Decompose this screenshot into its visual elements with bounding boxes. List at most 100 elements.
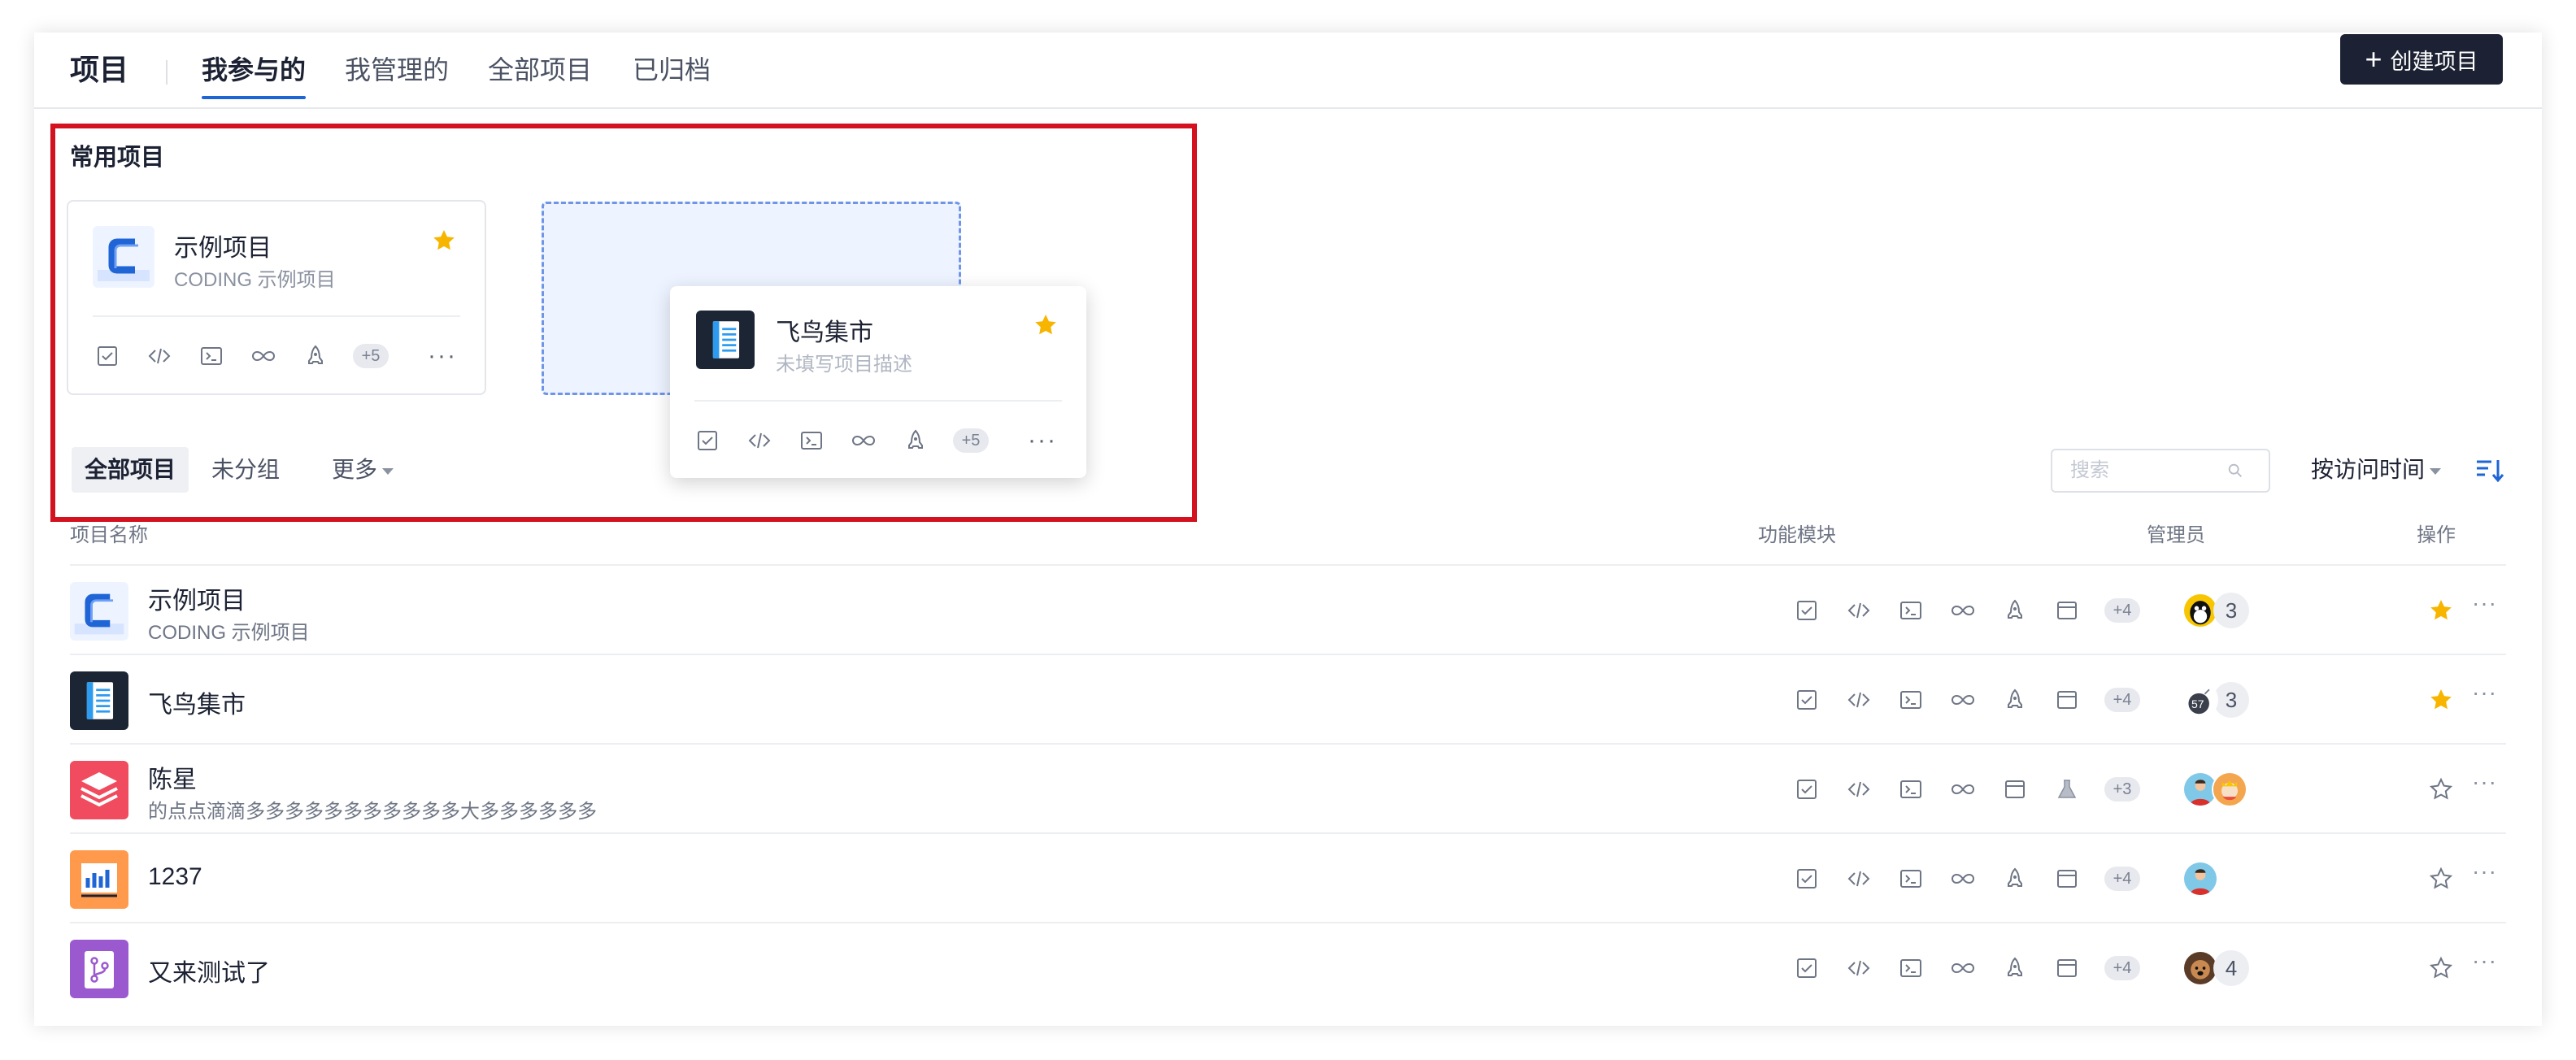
project-name[interactable]: 飞鸟集市 [148, 684, 246, 720]
tab-all-projects[interactable]: 全部项目 [488, 41, 592, 99]
code-icon[interactable] [1844, 954, 1873, 983]
more-modules-badge[interactable]: +5 [953, 428, 989, 453]
page-header: 项目 我参与的 我管理的 全部项目 已归档 + 创建项目 [34, 33, 2542, 109]
ci-loop-icon[interactable] [1948, 685, 1978, 715]
ci-loop-icon[interactable] [1948, 775, 1978, 804]
sort-dropdown[interactable]: 按访问时间 [2311, 447, 2442, 493]
admin-count: 3 [2213, 682, 2249, 718]
more-modules-badge[interactable]: +5 [353, 344, 389, 368]
star-filled-icon[interactable] [431, 228, 457, 254]
table-row[interactable]: 陈星 的点点滴滴多多多多多多多多多多多大多多多多多多 +3 ··· [70, 743, 2506, 832]
module-icons: +5 ··· [93, 341, 457, 371]
more-actions-icon[interactable]: ··· [428, 342, 457, 370]
tab-managed[interactable]: 我管理的 [345, 41, 449, 99]
table-row[interactable]: 飞鸟集市 +4 57 3 ··· [70, 654, 2506, 743]
sort-order-icon[interactable] [2474, 454, 2506, 486]
more-actions-icon[interactable]: ··· [2472, 590, 2497, 616]
create-project-button[interactable]: + 创建项目 [2340, 34, 2503, 85]
more-actions-icon[interactable]: ··· [2472, 858, 2497, 884]
star-filled-icon[interactable] [2428, 597, 2454, 623]
terminal-icon[interactable] [1896, 685, 1925, 715]
admin-avatars[interactable]: 3 [2182, 566, 2249, 655]
more-modules-badge[interactable]: +4 [2104, 867, 2140, 891]
task-icon[interactable] [1792, 864, 1821, 893]
project-desc: 的点点滴滴多多多多多多多多多多多大多多多多多多 [148, 801, 597, 823]
code-icon[interactable] [1844, 775, 1873, 804]
artifact-window-icon[interactable] [2052, 954, 2082, 983]
filter-ungrouped[interactable]: 未分组 [198, 447, 293, 493]
code-icon[interactable] [745, 426, 774, 455]
terminal-icon[interactable] [797, 426, 826, 455]
terminal-icon[interactable] [1896, 775, 1925, 804]
more-actions-icon[interactable]: ··· [1028, 427, 1057, 454]
more-actions-icon[interactable]: ··· [2472, 769, 2497, 795]
star-filled-icon[interactable] [2428, 687, 2454, 713]
favorite-name: 飞鸟集市 [776, 319, 873, 346]
project-name[interactable]: 示例项目 [148, 580, 246, 616]
project-logo-icon [70, 671, 128, 730]
filter-more-dropdown[interactable]: 更多 [319, 447, 407, 493]
ci-loop-icon[interactable] [1948, 864, 1978, 893]
task-icon[interactable] [93, 341, 122, 371]
favorite-card-example[interactable]: 示例项目 CODING 示例项目 +5 ··· [67, 200, 486, 395]
more-modules-badge[interactable]: +3 [2104, 777, 2140, 802]
ci-loop-icon[interactable] [249, 341, 278, 371]
deploy-rocket-icon[interactable] [301, 341, 330, 371]
ci-loop-icon[interactable] [849, 426, 878, 455]
project-name[interactable]: 又来测试了 [148, 953, 270, 988]
tab-label: 我参与的 [202, 55, 307, 85]
table-row[interactable]: 示例项目 CODING 示例项目 +4 3 ··· [70, 564, 2506, 654]
project-name[interactable]: 陈星 [148, 759, 197, 795]
code-icon[interactable] [145, 341, 174, 371]
deploy-rocket-icon[interactable] [2000, 685, 2030, 715]
terminal-icon[interactable] [1896, 954, 1925, 983]
search-box[interactable] [2051, 449, 2270, 493]
star-outline-icon[interactable] [2428, 955, 2454, 981]
favorite-desc: CODING 示例项目 [174, 269, 336, 291]
admin-avatars[interactable]: 57 3 [2182, 655, 2249, 745]
column-header-actions: 操作 [2417, 524, 2456, 546]
table-row[interactable]: 又来测试了 +4 4 ··· [70, 922, 2506, 1011]
tab-archived[interactable]: 已归档 [633, 41, 711, 99]
deploy-rocket-icon[interactable] [901, 426, 930, 455]
admin-avatars[interactable]: 4 [2182, 923, 2249, 1013]
deploy-rocket-icon[interactable] [2000, 864, 2030, 893]
artifact-window-icon[interactable] [2052, 596, 2082, 625]
deploy-rocket-icon[interactable] [2000, 954, 2030, 983]
favorite-card-feiniao-dragging[interactable]: 飞鸟集市 未填写项目描述 +5 ··· [670, 286, 1086, 478]
more-actions-icon[interactable]: ··· [2472, 948, 2497, 974]
artifact-window-icon[interactable] [2052, 685, 2082, 715]
task-icon[interactable] [1792, 954, 1821, 983]
artifact-window-icon[interactable] [2000, 775, 2030, 804]
filter-all-projects[interactable]: 全部项目 [72, 447, 189, 493]
terminal-icon[interactable] [197, 341, 226, 371]
more-modules-badge[interactable]: +4 [2104, 688, 2140, 712]
star-outline-icon[interactable] [2428, 776, 2454, 802]
project-name[interactable]: 1237 [148, 863, 202, 891]
admin-avatars[interactable] [2182, 834, 2218, 923]
test-flask-icon[interactable] [2052, 775, 2082, 804]
code-icon[interactable] [1844, 864, 1873, 893]
deploy-rocket-icon[interactable] [2000, 596, 2030, 625]
code-icon[interactable] [1844, 685, 1873, 715]
terminal-icon[interactable] [1896, 864, 1925, 893]
task-icon[interactable] [1792, 596, 1821, 625]
star-outline-icon[interactable] [2428, 866, 2454, 892]
more-modules-badge[interactable]: +4 [2104, 598, 2140, 623]
ci-loop-icon[interactable] [1948, 596, 1978, 625]
search-input[interactable] [2069, 458, 2226, 483]
code-icon[interactable] [1844, 596, 1873, 625]
admin-avatars[interactable] [2182, 745, 2247, 834]
task-icon[interactable] [1792, 775, 1821, 804]
star-filled-icon[interactable] [1033, 312, 1059, 338]
task-icon[interactable] [1792, 685, 1821, 715]
more-modules-badge[interactable]: +4 [2104, 956, 2140, 980]
more-actions-icon[interactable]: ··· [2472, 680, 2497, 706]
table-row[interactable]: 1237 +4 ··· [70, 832, 2506, 922]
terminal-icon[interactable] [1896, 596, 1925, 625]
caret-down-icon [2430, 467, 2442, 475]
tab-participating[interactable]: 我参与的 [202, 41, 307, 99]
artifact-window-icon[interactable] [2052, 864, 2082, 893]
task-icon[interactable] [693, 426, 722, 455]
ci-loop-icon[interactable] [1948, 954, 1978, 983]
